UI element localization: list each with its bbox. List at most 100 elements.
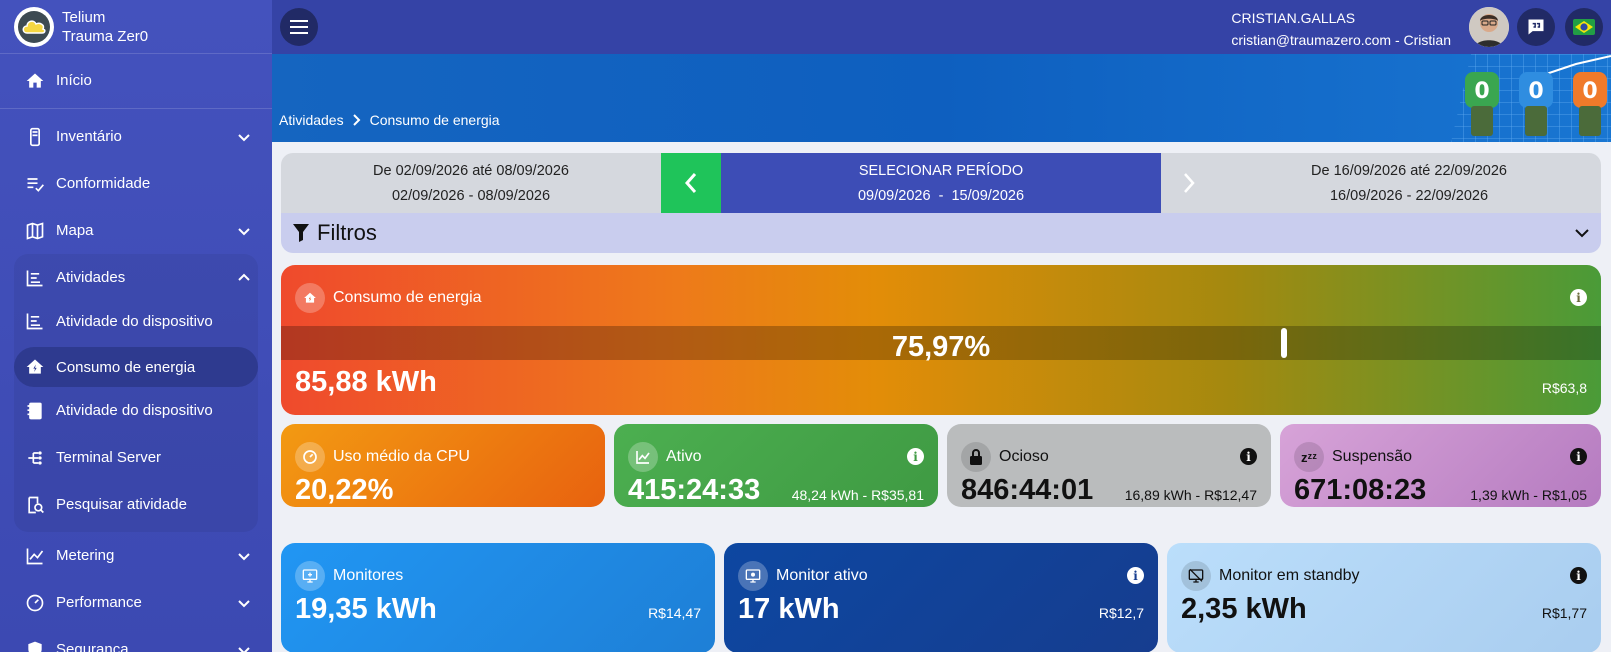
period-selector: De 02/09/2026 até 08/09/2026 02/09/2026 …	[281, 153, 1601, 213]
sidebar-item-label: Conformidade	[56, 175, 151, 192]
card-title: Monitor em standby	[1219, 567, 1360, 584]
sidebar-nav: Início Inventário Conformidade Mapa Ativ…	[0, 57, 272, 652]
suspension-value: 671:08:23	[1294, 474, 1427, 506]
standby-monitor-value: 2,35 kWh	[1181, 593, 1307, 625]
checklist-icon	[24, 173, 46, 195]
timeline-icon	[24, 310, 46, 332]
card-title: Ocioso	[999, 448, 1049, 465]
sidebar-subitem-terminal-server[interactable]: Terminal Server	[14, 434, 258, 481]
sidebar-item-label: Atividade do dispositivo	[56, 312, 213, 330]
sidebar-subitem-atividade-dispositivo-2[interactable]: Atividade do dispositivo	[14, 387, 258, 434]
gauge-icon	[24, 592, 46, 614]
card-title: Monitor ativo	[776, 567, 868, 584]
hamburger-icon	[290, 20, 308, 34]
avatar[interactable]	[1469, 7, 1509, 47]
menu-toggle-button[interactable]	[280, 8, 318, 46]
monitors-value: 19,35 kWh	[295, 593, 437, 625]
chevron-right-icon	[1184, 173, 1195, 193]
timeline-icon	[24, 267, 46, 289]
filters-title: Filtros	[317, 220, 377, 245]
chart-line-icon	[628, 442, 658, 472]
divider	[0, 108, 272, 109]
device-icon	[24, 126, 46, 148]
filter-icon	[293, 224, 309, 242]
chat-button[interactable]	[1517, 8, 1555, 46]
filters-panel-toggle[interactable]: Filtros	[281, 213, 1601, 253]
sidebar-item-inicio[interactable]: Início	[0, 57, 272, 104]
sidebar-item-mapa[interactable]: Mapa	[0, 207, 272, 254]
monitor-off-icon	[1181, 561, 1211, 591]
user-email: cristian@traumazero.com - Cristian	[1231, 32, 1451, 48]
monitors-card: Monitores 19,35 kWh R$14,47	[281, 543, 715, 652]
brand[interactable]: Telium Trauma Zer0	[0, 0, 272, 54]
sidebar-item-atividades[interactable]: Atividades	[14, 254, 258, 301]
active-monitor-cost: R$12,7	[1098, 605, 1144, 621]
next-period-range: 16/09/2026 - 22/09/2026	[1329, 187, 1489, 204]
chevron-down-icon	[238, 552, 250, 560]
sidebar-subitem-pesquisar-atividade[interactable]: Pesquisar atividade	[14, 481, 258, 528]
brand-name: Telium	[62, 8, 106, 26]
previous-period[interactable]: De 02/09/2026 até 08/09/2026 02/09/2026 …	[281, 153, 661, 213]
active-monitor-card: Monitor ativo i 17 kWh R$12,7	[724, 543, 1158, 652]
next-period[interactable]: De 16/09/2026 até 22/09/2026 16/09/2026 …	[1217, 153, 1601, 213]
user-info[interactable]: CRISTIAN.GALLAS cristian@traumazero.com …	[1231, 7, 1451, 51]
sidebar-item-label: Mapa	[56, 222, 94, 239]
suspension-card: zᶻᶻ Suspensão i 671:08:23 1,39 kWh - R$1…	[1280, 424, 1601, 507]
sidebar-item-metering[interactable]: Metering	[0, 532, 272, 579]
info-icon[interactable]: i	[1127, 567, 1144, 584]
language-button[interactable]	[1565, 8, 1603, 46]
next-period-button[interactable]	[1161, 153, 1217, 213]
home-icon	[24, 70, 46, 92]
info-icon[interactable]: i	[907, 448, 924, 465]
sidebar-item-inventario[interactable]: Inventário	[0, 113, 272, 160]
sidebar-item-performance[interactable]: Performance	[0, 579, 272, 626]
banner-illustration: 0 0 0	[1451, 54, 1611, 142]
idle-detail: 16,89 kWh - R$12,47	[1124, 487, 1257, 503]
svg-text:0: 0	[1474, 79, 1489, 104]
sidebar-subitem-atividade-dispositivo[interactable]: Atividade do dispositivo	[14, 301, 258, 341]
breadcrumb-parent[interactable]: Atividades	[279, 112, 344, 128]
info-icon[interactable]: i	[1570, 448, 1587, 465]
energy-progress-label: 75,97%	[891, 331, 991, 363]
cpu-value: 20,22%	[295, 474, 394, 506]
gauge-icon	[295, 442, 325, 472]
info-icon[interactable]: i	[1570, 289, 1587, 306]
previous-period-button[interactable]	[661, 153, 721, 213]
chat-icon	[1528, 19, 1544, 35]
select-period-button[interactable]: SELECIONAR PERÍODO 09/09/2026 - 15/09/20…	[721, 153, 1161, 213]
brand-subtitle: Trauma Zer0	[62, 27, 149, 45]
map-icon	[24, 220, 46, 242]
sidebar-item-label: Atividades	[56, 269, 126, 286]
breadcrumb-current: Consumo de energia	[369, 112, 500, 128]
sidebar-item-conformidade[interactable]: Conformidade	[0, 160, 272, 207]
sidebar-item-label: Atividade do dispositivo	[56, 402, 213, 419]
energy-progress-bar: 75,97%	[281, 326, 1601, 363]
next-period-title: De 16/09/2026 até 22/09/2026	[1311, 162, 1507, 179]
chevron-right-icon	[352, 114, 361, 126]
card-title: Uso médio da CPU	[333, 448, 470, 465]
sidebar-item-seguranca[interactable]: Segurança	[0, 626, 272, 652]
cpu-usage-card: Uso médio da CPU 20,22%	[281, 424, 605, 507]
sidebar-subitem-consumo-energia[interactable]: Consumo de energia	[14, 347, 258, 387]
shield-icon	[24, 639, 46, 652]
chevron-up-icon	[238, 273, 250, 281]
card-title: Monitores	[333, 567, 404, 584]
sidebar-item-label: Pesquisar atividade	[56, 496, 187, 513]
notebook-icon	[24, 400, 46, 422]
top-bar: CRISTIAN.GALLAS cristian@traumazero.com …	[272, 0, 1611, 54]
breadcrumb: Atividades Consumo de energia	[279, 112, 500, 128]
sidebar-item-label: Consumo de energia	[56, 358, 196, 376]
card-title: Consumo de energia	[333, 289, 482, 306]
chart-line-icon	[24, 545, 46, 567]
sidebar-item-label: Performance	[56, 594, 142, 611]
page-banner: Atividades Consumo de energia 0 0 0	[272, 54, 1611, 142]
monitors-cost: R$14,47	[648, 605, 701, 621]
info-icon[interactable]: i	[1240, 448, 1257, 465]
idle-value: 846:44:01	[961, 474, 1094, 506]
brazil-flag-icon	[1573, 19, 1595, 35]
energy-cost: R$63,8	[1541, 380, 1587, 396]
info-icon[interactable]: i	[1570, 567, 1587, 584]
user-name: CRISTIAN.GALLAS	[1231, 10, 1356, 26]
sleep-icon: zᶻᶻ	[1294, 442, 1324, 472]
network-icon	[24, 447, 46, 469]
